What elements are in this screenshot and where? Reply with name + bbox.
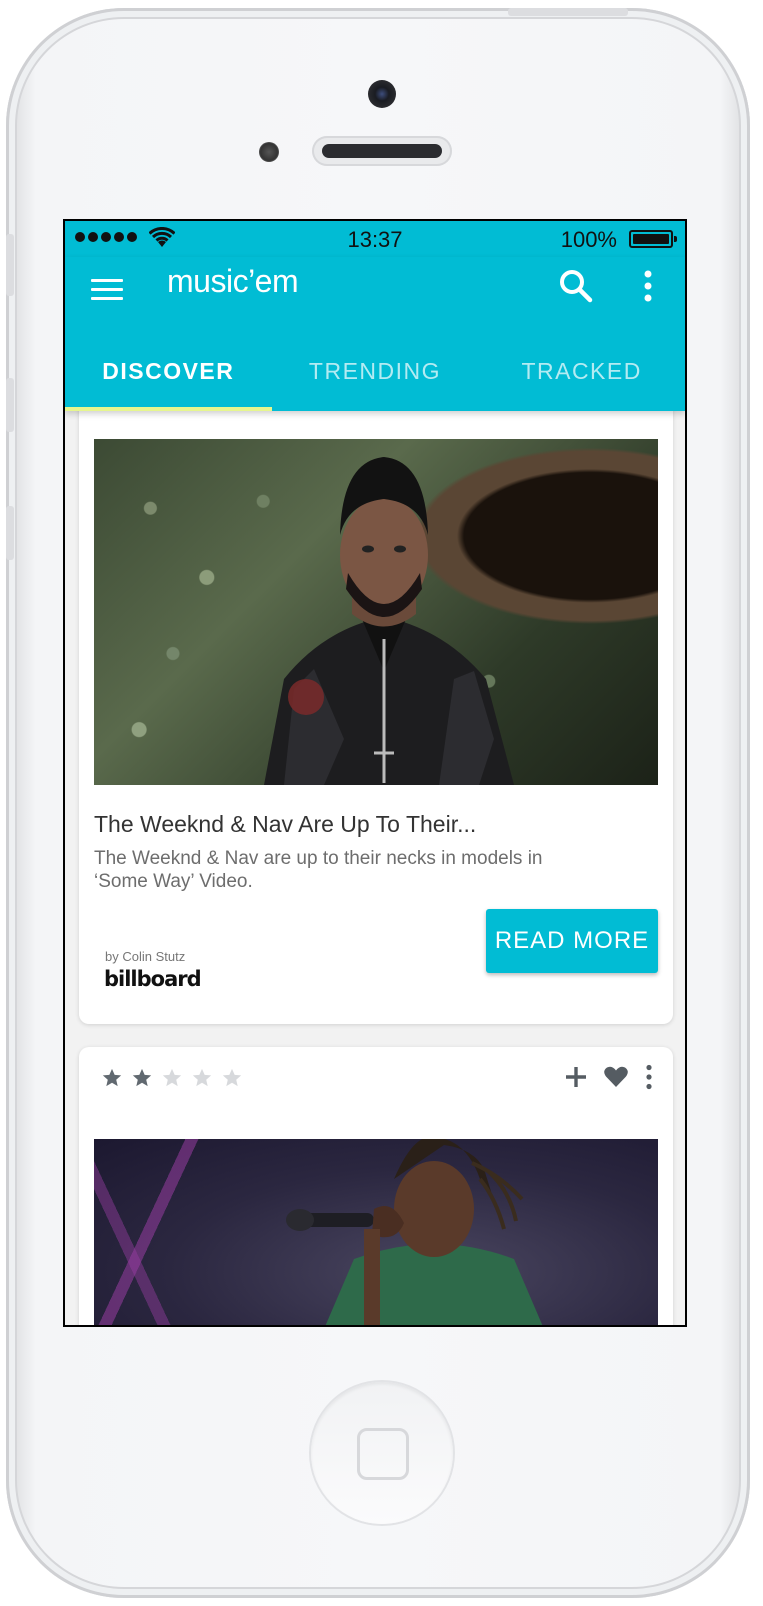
- menu-icon[interactable]: [91, 269, 123, 309]
- article-description: The Weeknd & Nav are up to their necks i…: [94, 848, 543, 892]
- artist-photo: [286, 1139, 543, 1325]
- home-button[interactable]: [311, 1382, 453, 1524]
- home-square-icon: [357, 1428, 409, 1480]
- battery-icon: [629, 230, 677, 248]
- star-icon[interactable]: [101, 1067, 123, 1089]
- mute-switch: [6, 234, 14, 296]
- news-card[interactable]: [79, 1047, 673, 1325]
- star-icon[interactable]: [161, 1067, 183, 1089]
- news-card[interactable]: The Weeknd & Nav Are Up To Their... The …: [79, 397, 673, 1024]
- tab-trending[interactable]: TRENDING: [272, 349, 479, 411]
- heart-icon[interactable]: [603, 1063, 629, 1091]
- proximity-sensor: [259, 142, 279, 162]
- app-viewport: 13:37 100% music’em DISCOVER TRENDING TR…: [65, 221, 685, 1325]
- volume-down-button: [6, 506, 14, 560]
- more-vert-icon[interactable]: [643, 1063, 655, 1091]
- star-icon[interactable]: [191, 1067, 213, 1089]
- screen: 13:37 100% music’em DISCOVER TRENDING TR…: [63, 219, 687, 1327]
- card-actions: [563, 1063, 655, 1091]
- tab-tracked[interactable]: TRACKED: [478, 349, 685, 411]
- tab-discover[interactable]: DISCOVER: [65, 349, 272, 411]
- phone-frame: 13:37 100% music’em DISCOVER TRENDING TR…: [6, 8, 750, 1598]
- more-vert-icon[interactable]: [637, 265, 659, 307]
- star-rating[interactable]: [101, 1067, 243, 1089]
- front-camera: [368, 80, 396, 108]
- plus-icon[interactable]: [563, 1063, 589, 1091]
- volume-up-button: [6, 378, 14, 432]
- read-more-button[interactable]: READ MORE: [486, 909, 658, 973]
- article-byline: by Colin Stutz: [105, 949, 186, 964]
- source-logo: billboard: [104, 967, 202, 991]
- article-title[interactable]: The Weeknd & Nav Are Up To Their...: [94, 811, 476, 838]
- battery-percentage: 100%: [560, 227, 617, 252]
- star-icon[interactable]: [221, 1067, 243, 1089]
- article-image[interactable]: [94, 439, 658, 785]
- app-bar: music’em DISCOVER TRENDING TRACKED: [65, 257, 685, 411]
- search-icon[interactable]: [555, 265, 597, 307]
- status-bar: 13:37 100%: [65, 221, 685, 257]
- artist-photo: [264, 457, 514, 785]
- star-icon[interactable]: [131, 1067, 153, 1089]
- earpiece-speaker: [312, 136, 452, 166]
- article-image[interactable]: [94, 1139, 658, 1325]
- tab-bar: DISCOVER TRENDING TRACKED: [65, 349, 685, 411]
- power-button: [508, 8, 628, 16]
- app-title: music’em: [167, 263, 299, 299]
